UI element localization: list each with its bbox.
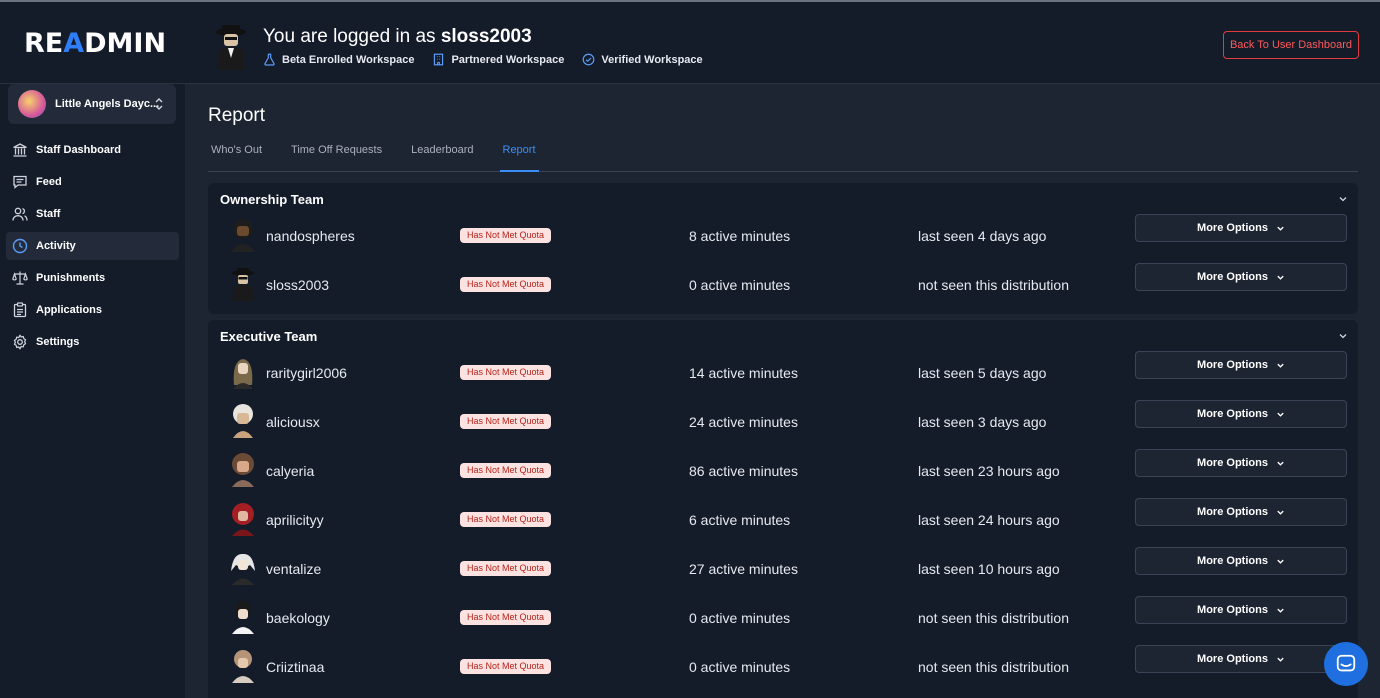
workspace-name: Little Angels Dayc... bbox=[55, 98, 160, 110]
more-options-button[interactable]: More Options bbox=[1135, 263, 1347, 291]
tab-time-off-requests[interactable]: Time Off Requests bbox=[288, 140, 385, 172]
beta-badge: Beta Enrolled Workspace bbox=[263, 53, 414, 66]
section-title: Executive Team bbox=[220, 329, 318, 344]
status-badge: Has Not Met Quota bbox=[460, 610, 552, 625]
tab-whos-out[interactable]: Who's Out bbox=[208, 140, 265, 172]
bank-icon bbox=[13, 143, 27, 157]
avatar bbox=[232, 503, 254, 536]
table-row: nandospheres Has Not Met Quota 8 active … bbox=[208, 212, 1358, 261]
sidebar-nav: Staff Dashboard Feed Staff Activity Puni… bbox=[6, 136, 179, 360]
avatar bbox=[233, 404, 253, 438]
chevron-up-down-icon bbox=[155, 98, 163, 110]
beaker-icon bbox=[264, 53, 275, 66]
sidebar-item-staff-dashboard[interactable]: Staff Dashboard bbox=[6, 136, 179, 164]
readmin-logo[interactable]: READMIN bbox=[24, 28, 166, 59]
clipboard-icon bbox=[13, 302, 27, 318]
sidebar: Little Angels Dayc... Staff Dashboard Fe… bbox=[0, 84, 185, 698]
chevron-down-icon[interactable] bbox=[1338, 194, 1348, 204]
avatar bbox=[232, 453, 254, 487]
logged-in-text: You are logged in as sloss2003 bbox=[263, 26, 532, 47]
building-icon bbox=[434, 53, 444, 66]
page-title: Report bbox=[208, 105, 266, 126]
workspace-avatar bbox=[18, 90, 46, 118]
clock-icon bbox=[12, 238, 28, 254]
chevron-down-icon bbox=[1277, 363, 1284, 368]
workspace-badges: Beta Enrolled Workspace Partnered Worksp… bbox=[263, 53, 703, 66]
partnered-badge: Partnered Workspace bbox=[432, 53, 564, 66]
table-row: baekology Has Not Met Quota 0 active min… bbox=[208, 594, 1358, 643]
section-ownership-team: Ownership Team nandospheres Has Not Met … bbox=[208, 183, 1358, 314]
chat-launcher-button[interactable] bbox=[1324, 642, 1368, 686]
avatar bbox=[232, 601, 254, 634]
chevron-down-icon bbox=[1277, 608, 1284, 613]
sidebar-item-punishments[interactable]: Punishments bbox=[6, 264, 179, 292]
tab-report[interactable]: Report bbox=[499, 140, 539, 172]
avatar bbox=[233, 359, 253, 389]
workspace-switcher[interactable]: Little Angels Dayc... bbox=[8, 84, 176, 124]
sidebar-item-staff[interactable]: Staff bbox=[6, 200, 179, 228]
status-badge: Has Not Met Quota bbox=[460, 228, 552, 243]
chevron-down-icon bbox=[1277, 412, 1284, 417]
report-tabs: Who's Out Time Off Requests Leaderboard … bbox=[208, 140, 1358, 172]
sidebar-item-feed[interactable]: Feed bbox=[6, 168, 179, 196]
table-row: calyeria Has Not Met Quota 86 active min… bbox=[208, 447, 1358, 496]
table-row: sloss2003 Has Not Met Quota 0 active min… bbox=[208, 261, 1358, 310]
table-row: raritygirl2006 Has Not Met Quota 14 acti… bbox=[208, 349, 1358, 398]
chevron-down-icon bbox=[1277, 559, 1284, 564]
more-options-button[interactable]: More Options bbox=[1135, 449, 1347, 477]
status-badge: Has Not Met Quota bbox=[460, 659, 552, 674]
main-content: Report Who's Out Time Off Requests Leade… bbox=[185, 84, 1380, 698]
more-options-button[interactable]: More Options bbox=[1135, 351, 1347, 379]
section-title: Ownership Team bbox=[220, 192, 324, 207]
verified-badge: Verified Workspace bbox=[582, 53, 703, 66]
chevron-down-icon bbox=[1277, 226, 1284, 231]
sidebar-item-activity[interactable]: Activity bbox=[6, 232, 179, 260]
status-badge: Has Not Met Quota bbox=[460, 561, 552, 576]
users-icon bbox=[12, 207, 28, 221]
table-row: aliciousx Has Not Met Quota 24 active mi… bbox=[208, 398, 1358, 447]
status-badge: Has Not Met Quota bbox=[460, 512, 552, 527]
back-to-user-dashboard-button[interactable]: Back To User Dashboard bbox=[1223, 31, 1359, 59]
top-bar: READMIN You are logged in as sloss2003 B… bbox=[0, 0, 1380, 84]
avatar bbox=[232, 268, 254, 301]
table-row: aprilicityy Has Not Met Quota 6 active m… bbox=[208, 496, 1358, 545]
tab-leaderboard[interactable]: Leaderboard bbox=[408, 140, 476, 172]
chevron-down-icon bbox=[1277, 275, 1284, 280]
status-badge: Has Not Met Quota bbox=[460, 463, 552, 478]
chevron-down-icon bbox=[1277, 461, 1284, 466]
table-row: Criiztinaa Has Not Met Quota 0 active mi… bbox=[208, 643, 1358, 692]
more-options-button[interactable]: More Options bbox=[1135, 596, 1347, 624]
username: sloss2003 bbox=[440, 26, 532, 47]
more-options-button[interactable]: More Options bbox=[1135, 547, 1347, 575]
table-row: ventalize Has Not Met Quota 27 active mi… bbox=[208, 545, 1358, 594]
chevron-down-icon bbox=[1277, 657, 1284, 662]
user-avatar bbox=[209, 24, 253, 70]
status-badge: Has Not Met Quota bbox=[460, 277, 552, 292]
chat-bubble-icon bbox=[1336, 654, 1356, 672]
scale-icon bbox=[12, 271, 28, 285]
gear-icon bbox=[13, 334, 27, 350]
chat-icon bbox=[13, 175, 27, 189]
sidebar-item-settings[interactable]: Settings bbox=[6, 328, 179, 356]
status-badge: Has Not Met Quota bbox=[460, 365, 552, 380]
avatar bbox=[231, 553, 255, 585]
avatar bbox=[232, 650, 254, 683]
more-options-button[interactable]: More Options bbox=[1135, 400, 1347, 428]
section-executive-team: Executive Team raritygirl2006 Has Not Me… bbox=[208, 320, 1358, 698]
status-badge: Has Not Met Quota bbox=[460, 414, 552, 429]
more-options-button[interactable]: More Options bbox=[1135, 498, 1347, 526]
chevron-down-icon bbox=[1277, 510, 1284, 515]
more-options-button[interactable]: More Options bbox=[1135, 214, 1347, 242]
check-circle-icon bbox=[582, 53, 595, 66]
avatar bbox=[231, 219, 255, 252]
more-options-button[interactable]: More Options bbox=[1135, 645, 1347, 673]
sidebar-item-applications[interactable]: Applications bbox=[6, 296, 179, 324]
chevron-down-icon[interactable] bbox=[1338, 331, 1348, 341]
